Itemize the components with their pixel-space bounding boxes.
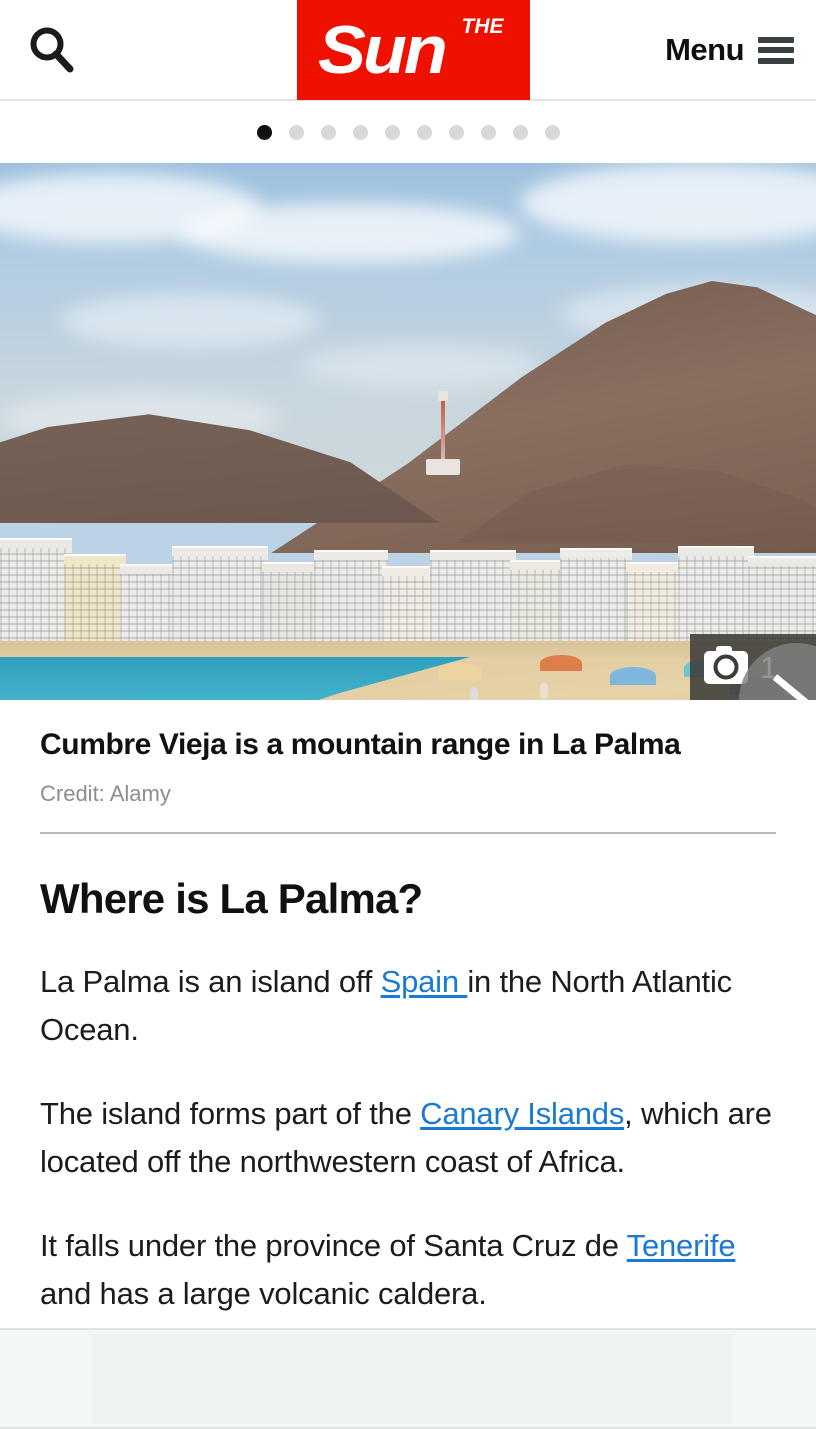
article-paragraph-2: The island forms part of the Canary Isla… xyxy=(40,1090,776,1186)
logo-wordmark: Sun xyxy=(317,12,448,88)
article-paragraph-1: La Palma is an island off Spain in the N… xyxy=(40,958,776,1054)
link-tenerife[interactable]: Tenerife xyxy=(627,1228,736,1263)
image-caption-block: Cumbre Vieja is a mountain range in La P… xyxy=(0,700,816,807)
article-heading: Where is La Palma? xyxy=(40,874,423,922)
menu-button[interactable]: Menu xyxy=(665,20,794,80)
carousel-dot-6[interactable] xyxy=(416,124,432,140)
carousel-dot-4[interactable] xyxy=(352,124,368,140)
site-header: Sun THE Menu xyxy=(0,0,816,101)
article-paragraph-3: It falls under the province of Santa Cru… xyxy=(40,1222,776,1318)
paragraph-2-text-before: The island forms part of the xyxy=(40,1095,421,1131)
carousel-dot-10[interactable] xyxy=(544,124,560,140)
carousel-dot-9[interactable] xyxy=(512,124,528,140)
article-page: Sun THE Menu Cumbre Vieja is a mountain … xyxy=(0,0,816,1429)
city-skyline xyxy=(0,515,816,650)
cloud xyxy=(60,293,320,348)
article-body: Where is La Palma? La Palma is an island… xyxy=(0,874,816,1318)
camera-icon xyxy=(704,645,748,684)
search-button[interactable] xyxy=(22,20,82,80)
paragraph-3-text-after: and has a large volcanic caldera. xyxy=(40,1275,487,1311)
site-logo[interactable]: Sun THE xyxy=(297,0,530,100)
sticky-bottom-bar[interactable] xyxy=(0,1328,816,1429)
paragraph-3-text-before: It falls under the province of Santa Cru… xyxy=(40,1227,627,1263)
link-canary-islands[interactable]: Canary Islands xyxy=(420,1096,624,1131)
carousel-dot-8[interactable] xyxy=(480,124,496,140)
hamburger-icon xyxy=(758,36,794,64)
carousel-dot-2[interactable] xyxy=(288,124,304,140)
antenna-top xyxy=(438,391,448,401)
carousel-dot-5[interactable] xyxy=(384,124,400,140)
search-icon xyxy=(25,23,79,77)
cloud xyxy=(300,343,540,389)
caption-credit: Credit: Alamy xyxy=(40,780,171,806)
caption-title: Cumbre Vieja is a mountain range in La P… xyxy=(40,728,681,761)
caption-divider xyxy=(40,831,776,834)
cloud xyxy=(180,203,520,263)
link-spain[interactable]: Spain xyxy=(381,964,468,999)
carousel-dots xyxy=(0,101,816,163)
hero-image[interactable]: 1 xyxy=(0,163,816,700)
carousel-dot-3[interactable] xyxy=(320,124,336,140)
sticky-bottom-panel[interactable] xyxy=(92,1334,732,1424)
carousel-dot-7[interactable] xyxy=(448,124,464,140)
menu-label: Menu xyxy=(665,32,744,67)
logo-the-text: THE xyxy=(461,15,504,38)
carousel-dot-1[interactable] xyxy=(256,124,272,140)
paragraph-1-text-before: La Palma is an island off xyxy=(40,963,381,999)
antenna-base xyxy=(426,459,460,475)
